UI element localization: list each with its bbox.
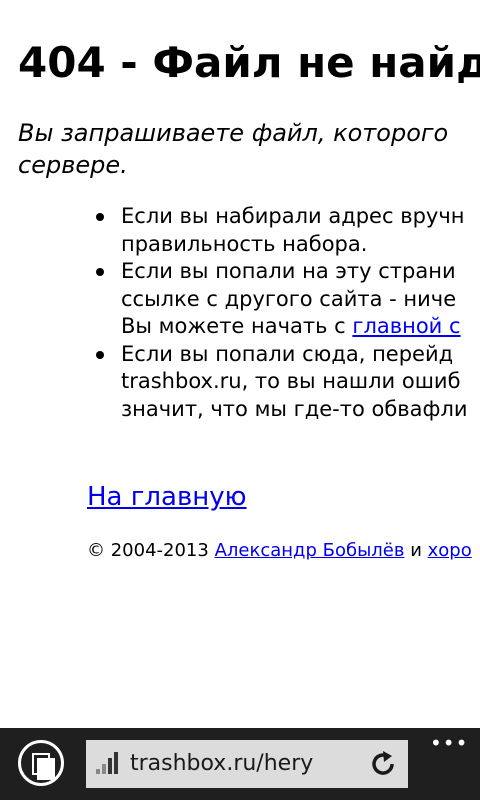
tips-list: Если вы набирали адрес вручн правильност…: [0, 203, 468, 423]
footer: © 2004-2013 Александр Бобылёв и хоро: [87, 539, 472, 563]
page-title: 404 - Файл не найд: [18, 38, 480, 87]
author-link[interactable]: Александр Бобылёв: [215, 540, 405, 561]
web-viewport[interactable]: 404 - Файл не найд Вы запрашиваете файл,…: [0, 0, 480, 728]
tip-line-prefix: Вы можете начать с: [121, 314, 353, 338]
tabs-icon[interactable]: [18, 740, 64, 786]
tip-line: Если вы попали сюда, перейд: [121, 341, 454, 366]
tab-square-front: [37, 758, 55, 780]
home-link[interactable]: На главную: [87, 480, 247, 514]
list-item: Если вы набирали адрес вручн правильност…: [0, 203, 468, 258]
tip-line: ссылке с другого сайта - ниче: [121, 286, 457, 311]
refresh-icon[interactable]: [368, 749, 398, 779]
tip-line: trashbox.ru, то вы нашли ошиб: [121, 369, 461, 393]
list-item: Если вы попали на эту страни ссылке с др…: [0, 258, 468, 341]
lead-line: сервере.: [18, 151, 128, 179]
error-lead: Вы запрашиваете файл, которого сервере.: [18, 117, 480, 181]
main-page-link[interactable]: главной с: [352, 314, 460, 338]
tip-line: значит, что мы где-то обвафли: [121, 396, 468, 421]
more-menu-icon[interactable]: •••: [430, 733, 468, 753]
footer-and: и: [404, 540, 428, 561]
tip-line: правильность набора.: [121, 231, 368, 256]
footer-second-link[interactable]: хоро: [428, 540, 472, 561]
lead-line: Вы запрашиваете файл, которого: [18, 119, 449, 147]
copyright-text: © 2004-2013: [87, 540, 215, 561]
signal-icon: [96, 752, 120, 774]
address-bar[interactable]: trashbox.ru/hery: [86, 740, 408, 788]
address-text[interactable]: trashbox.ru/hery: [130, 749, 313, 779]
tip-line: Вы можете начать с главной с: [121, 313, 468, 341]
browser-app-bar: trashbox.ru/hery •••: [0, 728, 480, 800]
tip-line: Если вы набирали адрес вручн: [121, 204, 465, 228]
list-item: Если вы попали сюда, перейд trashbox.ru,…: [0, 341, 468, 424]
tip-line: Если вы попали на эту страни: [121, 259, 456, 283]
